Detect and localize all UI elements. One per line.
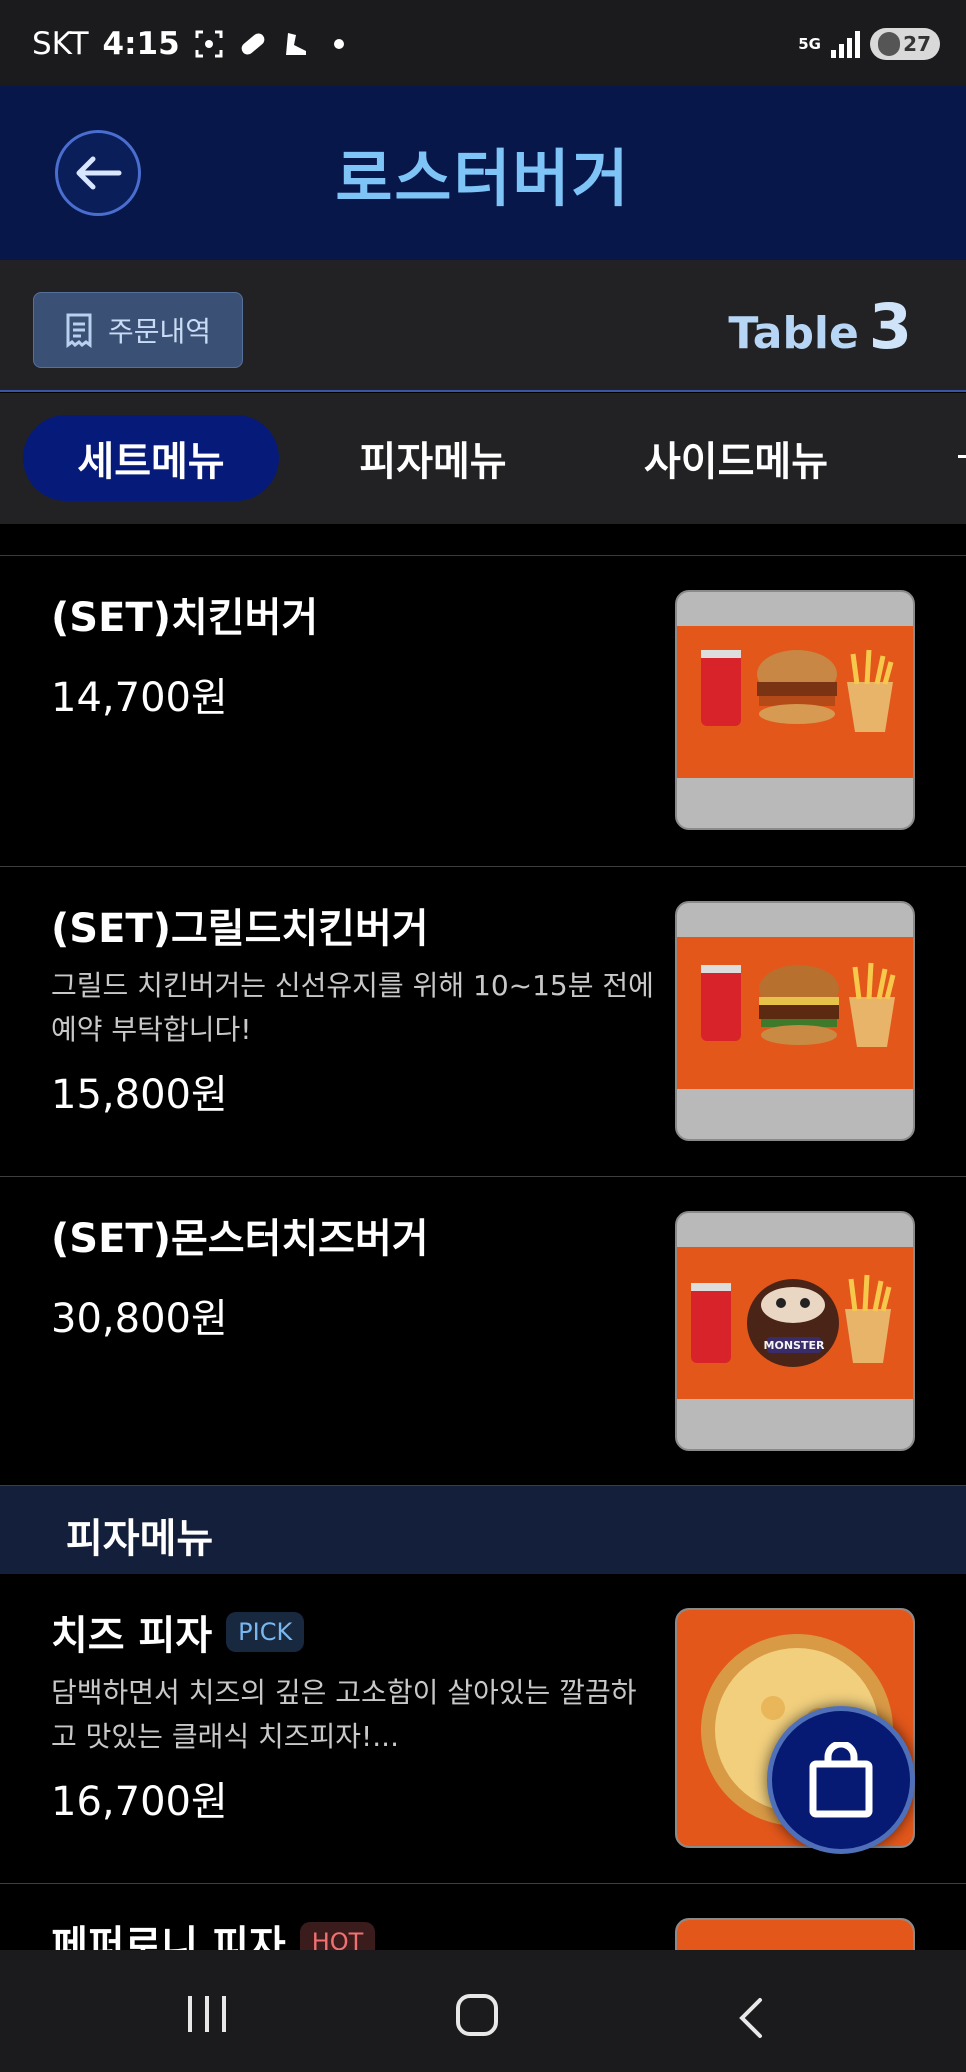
section-title: 피자메뉴 bbox=[66, 1516, 214, 1562]
system-nav-bar bbox=[0, 1950, 966, 2072]
clock: 4:15 bbox=[102, 26, 180, 62]
menu-item-chicken-burger-set[interactable]: (SET)치킨버거 14,700원 bbox=[0, 557, 966, 867]
tab-pizza-menu[interactable]: 피자메뉴 bbox=[310, 415, 556, 501]
item-name: (SET)그릴드치킨버거 bbox=[51, 896, 429, 954]
table-indicator: Table 3 bbox=[728, 290, 912, 363]
item-description: 담백하면서 치즈의 깊은 고소함이 살아있는 깔끔하고 맛있는 클래식 치즈피자… bbox=[51, 1676, 637, 1753]
tab-label: 사이드메뉴 bbox=[644, 439, 828, 485]
list-top-spacer bbox=[0, 524, 966, 556]
signal-icon bbox=[831, 30, 860, 58]
notification-dot-icon bbox=[333, 39, 344, 49]
pill-icon bbox=[238, 29, 268, 59]
battery-level: 27 bbox=[903, 32, 931, 56]
battery-saver-icon bbox=[878, 32, 900, 56]
item-image bbox=[675, 901, 915, 1141]
shoe-icon bbox=[282, 29, 312, 59]
receipt-icon bbox=[66, 313, 92, 348]
monster-logo-text: MONSTER bbox=[764, 1339, 825, 1352]
item-name: 치즈 피자 PICK bbox=[51, 1603, 305, 1661]
item-name-text: 치즈 피자 bbox=[51, 1613, 213, 1659]
app-header: 로스터버거 bbox=[0, 86, 966, 260]
item-price: 30,800원 bbox=[51, 1296, 228, 1342]
tab-side-menu[interactable]: 사이드메뉴 bbox=[600, 415, 872, 501]
order-history-button[interactable]: 주문내역 bbox=[33, 292, 243, 368]
pick-badge: PICK bbox=[226, 1612, 305, 1652]
page-title: 로스터버거 bbox=[335, 142, 631, 215]
screenshot-icon bbox=[194, 29, 224, 59]
cart-button[interactable] bbox=[767, 1706, 915, 1854]
item-name: (SET)몬스터치즈버거 bbox=[51, 1206, 429, 1264]
item-name: (SET)치킨버거 bbox=[51, 585, 318, 643]
category-tabs: 세트메뉴 피자메뉴 사이드메뉴 bbox=[0, 393, 966, 524]
status-bar: SKT 4:15 5G 27 bbox=[0, 0, 966, 86]
chevron-left-icon bbox=[739, 1998, 762, 2038]
order-history-label: 주문내역 bbox=[108, 315, 212, 348]
item-price: 16,700원 bbox=[51, 1779, 228, 1825]
home-button[interactable] bbox=[456, 1994, 498, 2036]
shopping-bag-icon bbox=[809, 1742, 873, 1818]
tab-label: 피자메뉴 bbox=[359, 439, 507, 485]
battery-icon: 27 bbox=[870, 28, 940, 60]
menu-item-monster-cheese-burger-set[interactable]: (SET)몬스터치즈버거 30,800원 MONSTER bbox=[0, 1178, 966, 1486]
section-header-pizza: 피자메뉴 bbox=[0, 1486, 966, 1574]
grilled-burger-set-illustration bbox=[701, 962, 896, 1047]
item-description: 그릴드 치킨버거는 신선유지를 위해 10~15분 전에 예약 부탁합니다! bbox=[51, 969, 654, 1046]
table-number: 3 bbox=[868, 290, 912, 363]
item-name-text: (SET)치킨버거 bbox=[51, 595, 319, 641]
item-name-text: (SET)몬스터치즈버거 bbox=[51, 1216, 429, 1262]
item-price: 15,800원 bbox=[51, 1072, 228, 1118]
network-5g-icon: 5G bbox=[798, 35, 821, 53]
order-info-bar: 주문내역 Table 3 bbox=[0, 260, 966, 392]
burger-set-illustration bbox=[701, 649, 894, 732]
item-image: MONSTER bbox=[675, 1211, 915, 1451]
system-back-button[interactable] bbox=[736, 1996, 766, 2044]
menu-item-grilled-chicken-burger-set[interactable]: (SET)그릴드치킨버거 그릴드 치킨버거는 신선유지를 위해 10~15분 전… bbox=[0, 868, 966, 1177]
item-price: 14,700원 bbox=[51, 675, 228, 721]
monster-burger-set-illustration: MONSTER bbox=[691, 1274, 892, 1367]
recents-icon bbox=[188, 1996, 192, 2032]
tab-label: 세트메뉴 bbox=[77, 439, 225, 485]
more-tabs-indicator bbox=[958, 455, 966, 458]
recents-button[interactable] bbox=[188, 1996, 226, 2032]
carrier-label: SKT bbox=[32, 26, 89, 62]
item-image bbox=[675, 590, 915, 830]
table-label: Table bbox=[728, 308, 859, 359]
tab-set-menu[interactable]: 세트메뉴 bbox=[23, 415, 279, 501]
item-name-text: (SET)그릴드치킨버거 bbox=[51, 906, 429, 952]
